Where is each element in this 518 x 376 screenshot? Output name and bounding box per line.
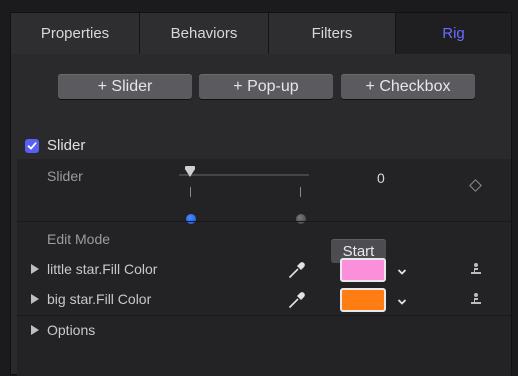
snapshot-tick-2	[300, 187, 301, 197]
tab-rig[interactable]: Rig	[396, 13, 511, 54]
slider-row-label: Slider	[47, 168, 83, 184]
add-widget-bar: + Slider + Pop-up + Checkbox	[11, 74, 511, 100]
options-label[interactable]: Options	[47, 322, 95, 338]
eyedropper-icon[interactable]	[287, 260, 307, 280]
slider-thumb[interactable]	[185, 169, 195, 177]
color-well-big-star[interactable]	[340, 288, 386, 312]
snapshot-marker-active[interactable]	[186, 214, 196, 224]
parameter-label: little star.Fill Color	[47, 261, 158, 277]
tab-behaviors[interactable]: Behaviors	[140, 13, 269, 54]
tab-filters[interactable]: Filters	[269, 13, 396, 54]
divider	[17, 221, 511, 222]
add-checkbox-button[interactable]: + Checkbox	[341, 74, 475, 99]
widget-header: Slider	[11, 134, 511, 158]
color-well-little-star[interactable]	[340, 258, 386, 282]
parameter-label: big star.Fill Color	[47, 291, 152, 307]
parameter-rig-icon[interactable]	[469, 292, 483, 306]
snapshot-marker[interactable]	[296, 214, 306, 224]
disclosure-triangle-icon[interactable]	[31, 294, 39, 304]
add-popup-button[interactable]: + Pop-up	[199, 74, 333, 99]
eyedropper-icon[interactable]	[287, 290, 307, 310]
slider-value[interactable]: 0	[377, 170, 385, 186]
tab-properties[interactable]: Properties	[11, 13, 140, 54]
divider	[17, 315, 511, 316]
edit-mode-label: Edit Mode	[47, 231, 111, 247]
disclosure-triangle-icon[interactable]	[31, 264, 39, 274]
checkmark-icon	[27, 142, 37, 150]
slider-track[interactable]	[179, 174, 309, 176]
snapshot-tick-1	[190, 187, 191, 197]
chevron-down-icon[interactable]	[397, 297, 407, 307]
widget-title: Slider	[47, 137, 86, 154]
inspector-panel: Properties Behaviors Filters Rig + Slide…	[10, 12, 512, 376]
add-slider-button[interactable]: + Slider	[58, 74, 192, 99]
disclosure-triangle-icon[interactable]	[31, 325, 39, 335]
chevron-down-icon[interactable]	[397, 267, 407, 277]
widget-enable-checkbox[interactable]	[25, 139, 39, 153]
parameter-rig-icon[interactable]	[469, 262, 483, 276]
inspector-tabs: Properties Behaviors Filters Rig	[11, 13, 511, 54]
